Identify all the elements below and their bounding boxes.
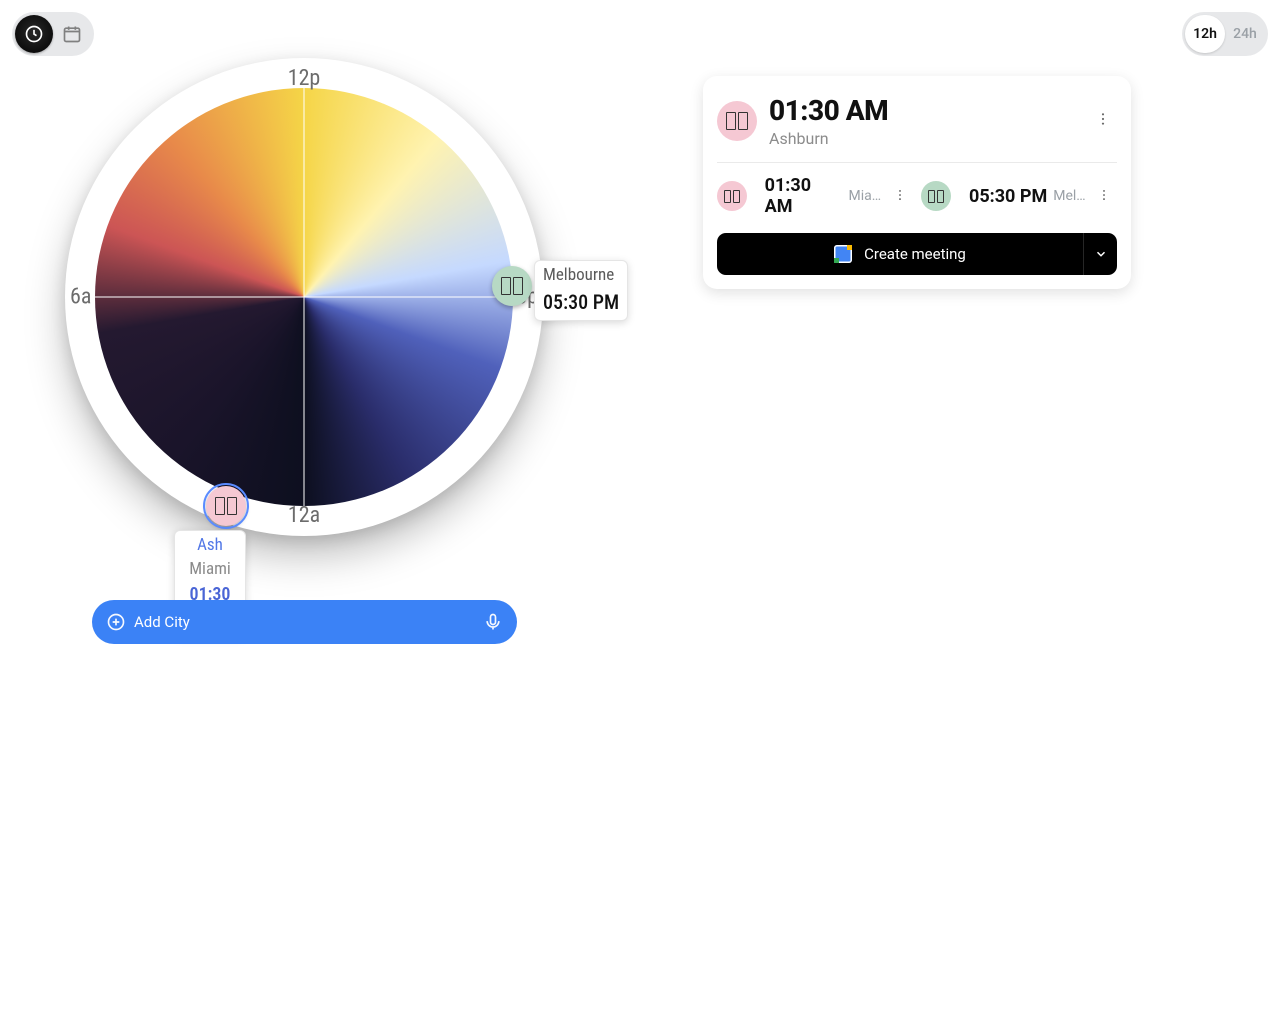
secondary-cell-miami: 01:30 AM Miami bbox=[717, 175, 913, 217]
panel-divider bbox=[717, 162, 1117, 163]
tooltip-city-ash: Ash bbox=[183, 534, 237, 558]
dial-marker-melbourne[interactable] bbox=[492, 266, 532, 306]
secondary-row: 01:30 AM Miami 05:30 PM Mel… bbox=[717, 175, 1117, 217]
secondary-time: 01:30 AM bbox=[765, 175, 843, 217]
dial-marker-ash-miami[interactable] bbox=[206, 486, 246, 526]
time-panel: 01:30 AM Ashburn 01:30 AM Miami 05:30 PM… bbox=[703, 76, 1131, 289]
secondary-city: Mel… bbox=[1053, 188, 1085, 204]
clock-icon bbox=[24, 24, 44, 44]
secondary-city: Miami bbox=[848, 188, 887, 204]
dial-label-12a: 12a bbox=[288, 503, 320, 528]
chevron-down-icon bbox=[1094, 247, 1108, 261]
add-city-input[interactable]: Add City bbox=[92, 600, 517, 644]
kebab-icon bbox=[1095, 111, 1111, 127]
primary-city: Ashburn bbox=[769, 129, 1089, 148]
panel-header: 01:30 AM Ashburn bbox=[717, 94, 1117, 148]
create-meeting-bar: Create meeting bbox=[717, 233, 1117, 275]
add-circle-icon bbox=[106, 612, 126, 632]
primary-more-button[interactable] bbox=[1089, 105, 1117, 137]
create-meeting-button[interactable]: Create meeting bbox=[717, 233, 1083, 275]
dial-tooltip-melbourne: Melbourne 05:30 PM bbox=[534, 260, 628, 321]
microphone-icon[interactable] bbox=[483, 612, 503, 632]
primary-flag-badge bbox=[717, 101, 757, 141]
flag-icon bbox=[726, 112, 748, 130]
primary-time: 01:30 AM bbox=[769, 94, 1089, 127]
flag-icon bbox=[724, 190, 740, 203]
flag-icon bbox=[928, 190, 944, 203]
calendar-icon bbox=[62, 24, 82, 44]
secondary-time: 05:30 PM bbox=[969, 186, 1047, 207]
calendar-view-toggle[interactable] bbox=[53, 15, 91, 53]
secondary-flag-badge bbox=[921, 181, 951, 211]
dial-label-6a: 6a bbox=[70, 285, 91, 310]
kebab-icon bbox=[1097, 188, 1111, 202]
tooltip-time: 05:30 PM bbox=[543, 288, 619, 316]
dial-label-12p: 12p bbox=[288, 66, 321, 91]
flag-icon bbox=[215, 497, 237, 515]
tooltip-city: Melbourne bbox=[543, 264, 619, 288]
dial-crosshair-horizontal bbox=[95, 297, 513, 298]
tooltip-city-miami: Miami bbox=[183, 558, 237, 582]
google-calendar-icon bbox=[834, 245, 852, 263]
kebab-icon bbox=[893, 188, 907, 202]
hours-24h-toggle[interactable]: 24h bbox=[1225, 15, 1265, 53]
hours-toggle-group: 12h 24h bbox=[1182, 12, 1268, 56]
flag-icon bbox=[501, 277, 523, 295]
create-meeting-dropdown[interactable] bbox=[1083, 233, 1117, 275]
secondary-cell-melbourne: 05:30 PM Mel… bbox=[921, 181, 1117, 212]
world-clock-dial[interactable]: 12p 6p 12a 6a bbox=[65, 58, 543, 536]
add-city-placeholder: Add City bbox=[134, 613, 483, 631]
secondary-more-button[interactable] bbox=[887, 181, 913, 212]
create-meeting-label: Create meeting bbox=[864, 245, 966, 263]
clock-view-toggle[interactable] bbox=[15, 15, 53, 53]
secondary-flag-badge bbox=[717, 181, 747, 211]
secondary-more-button[interactable] bbox=[1091, 181, 1117, 212]
hours-12h-toggle[interactable]: 12h bbox=[1185, 15, 1225, 53]
view-toggle-group bbox=[12, 12, 94, 56]
